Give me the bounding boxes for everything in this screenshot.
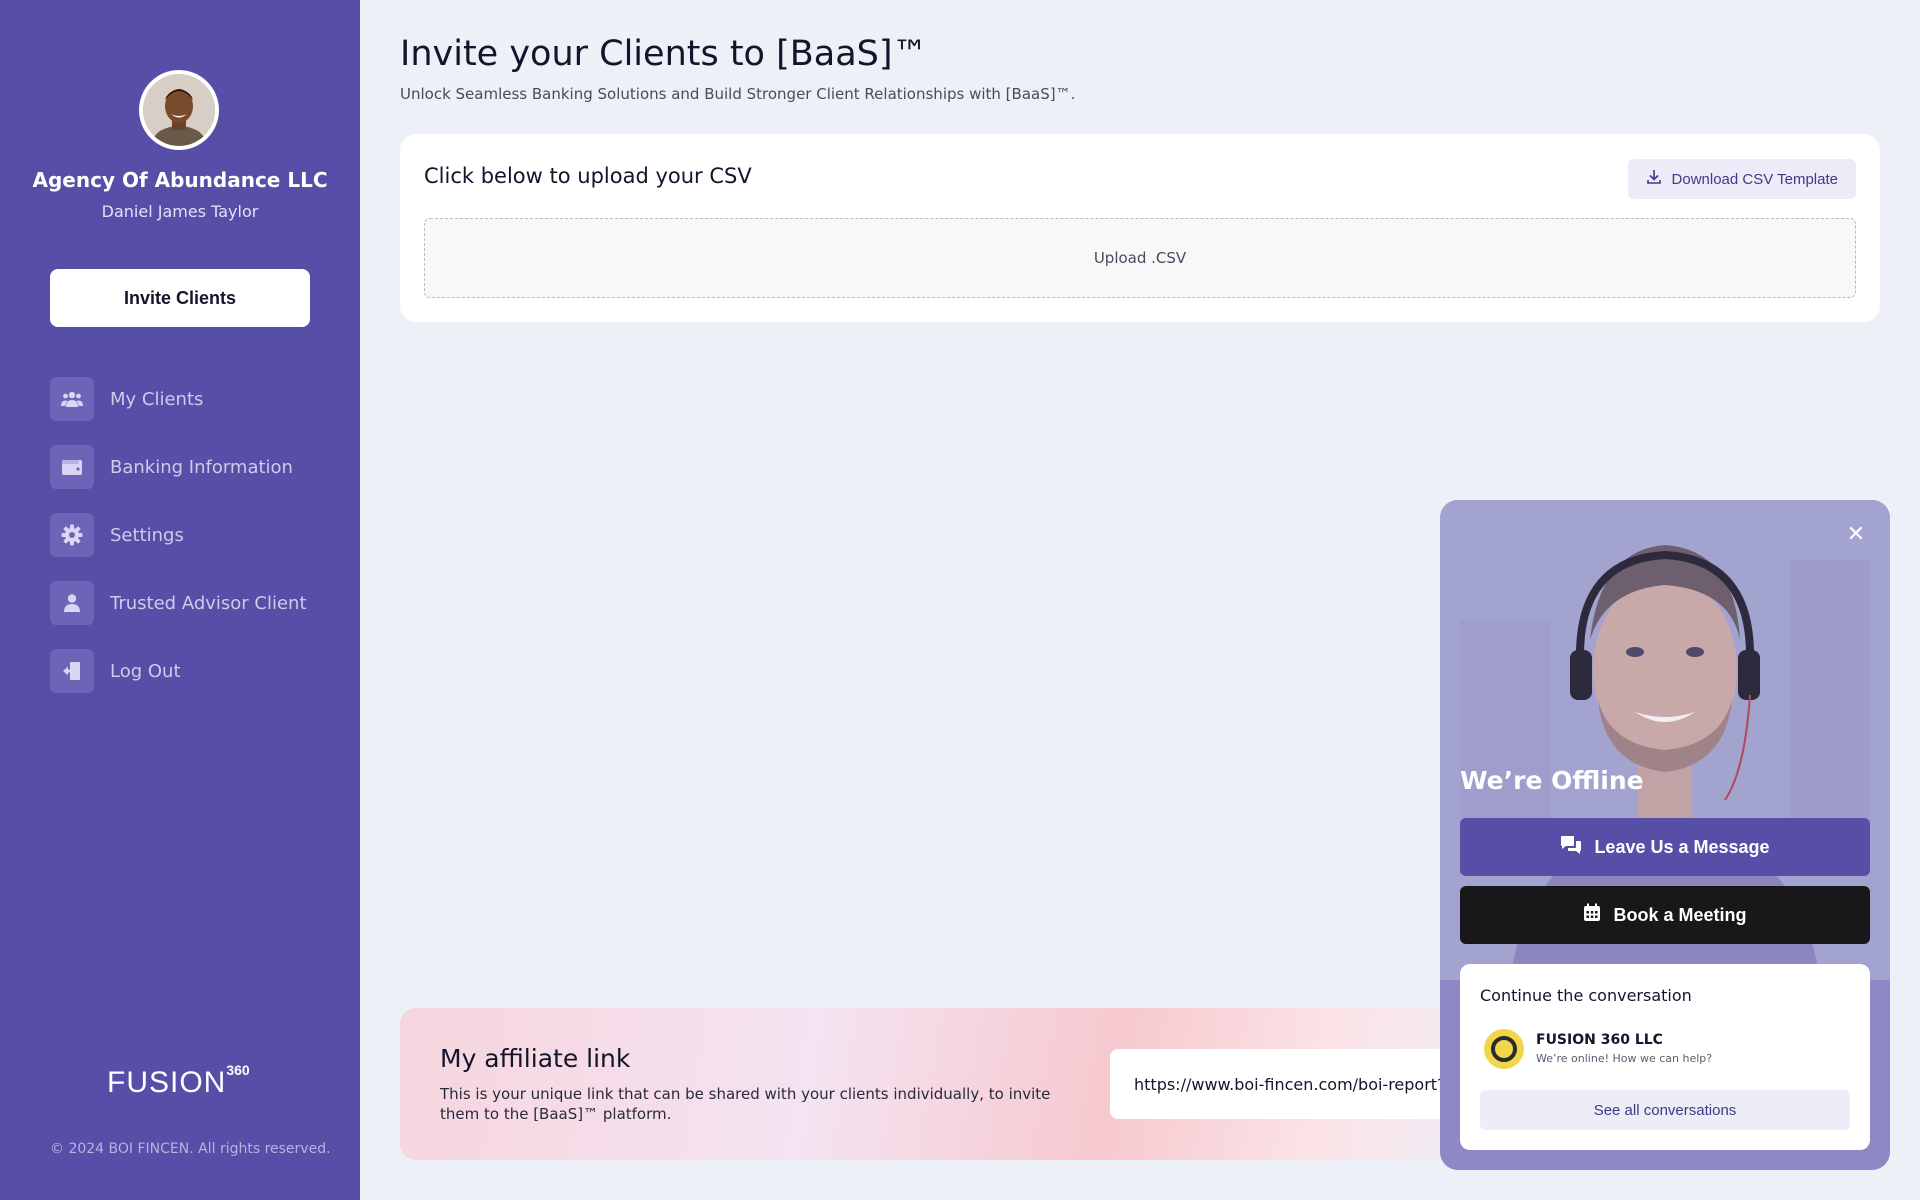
fusion-360-logo: FUSION360: [107, 1062, 250, 1099]
sidebar-item-banking-information[interactable]: Banking Information: [50, 445, 330, 489]
see-all-conversations-button[interactable]: See all conversations: [1480, 1090, 1850, 1130]
download-icon: [1646, 169, 1662, 189]
close-icon[interactable]: ✕: [1842, 520, 1870, 548]
agency-name: Agency Of Abundance LLC: [32, 168, 328, 192]
dropzone-label: Upload .CSV: [1093, 249, 1187, 267]
sidebar-item-trusted-advisor-client[interactable]: Trusted Advisor Client: [50, 581, 330, 625]
chat-bubbles-icon: [1560, 835, 1582, 860]
fusion-360-avatar-icon: [1484, 1029, 1524, 1069]
continue-conversation-title: Continue the conversation: [1480, 986, 1692, 1005]
affiliate-description: This is your unique link that can be sha…: [440, 1085, 1051, 1123]
book-meeting-button[interactable]: Book a Meeting: [1460, 886, 1870, 944]
csv-upload-dropzone[interactable]: Upload .CSV: [424, 218, 1856, 298]
sidebar-item-label: My Clients: [110, 388, 204, 410]
user-icon: [50, 581, 94, 625]
user-name: Daniel James Taylor: [101, 202, 259, 221]
sidebar-item-label: Settings: [110, 524, 184, 546]
sidebar-item-settings[interactable]: Settings: [50, 513, 330, 557]
download-csv-template-button[interactable]: Download CSV Template: [1627, 159, 1856, 199]
sidebar-item-log-out[interactable]: Log Out: [50, 649, 330, 693]
avatar: [139, 70, 219, 150]
invite-clients-button[interactable]: Invite Clients: [50, 269, 310, 327]
sidebar-item-my-clients[interactable]: My Clients: [50, 377, 330, 421]
page-title: Invite your Clients to [BaaS]™: [400, 34, 928, 74]
book-meeting-label: Book a Meeting: [1613, 904, 1747, 925]
users-icon: [50, 377, 94, 421]
conversation-status: We’re online! How we can help?: [1536, 1052, 1713, 1065]
logout-icon: [50, 649, 94, 693]
copyright: © 2024 BOI FINCEN. All rights reserved.: [50, 1141, 331, 1157]
sidebar-item-label: Trusted Advisor Client: [110, 592, 307, 614]
chat-status: We’re Offline: [1460, 766, 1644, 795]
page-subtitle: Unlock Seamless Banking Solutions and Bu…: [400, 85, 1076, 103]
upload-card: Click below to upload your CSV Download …: [400, 134, 1880, 322]
affiliate-title: My affiliate link: [440, 1044, 631, 1073]
download-csv-template-label: Download CSV Template: [1671, 170, 1838, 188]
gear-icon: [50, 513, 94, 557]
leave-message-label: Leave Us a Message: [1594, 836, 1770, 857]
continue-conversation-card: Continue the conversation FUSION 360 LLC…: [1460, 964, 1870, 1150]
calendar-icon: [1583, 903, 1601, 927]
chat-widget: ✕ We’re Offline Leave Us a Message Book …: [1440, 500, 1890, 1170]
wallet-icon: [50, 445, 94, 489]
upload-title: Click below to upload your CSV: [424, 164, 752, 188]
sidebar-item-label: Log Out: [110, 660, 181, 682]
sidebar-item-label: Banking Information: [110, 456, 293, 478]
sidebar: Agency Of Abundance LLC Daniel James Tay…: [0, 0, 360, 1200]
conversation-company: FUSION 360 LLC: [1536, 1032, 1663, 1048]
leave-message-button[interactable]: Leave Us a Message: [1460, 818, 1870, 876]
